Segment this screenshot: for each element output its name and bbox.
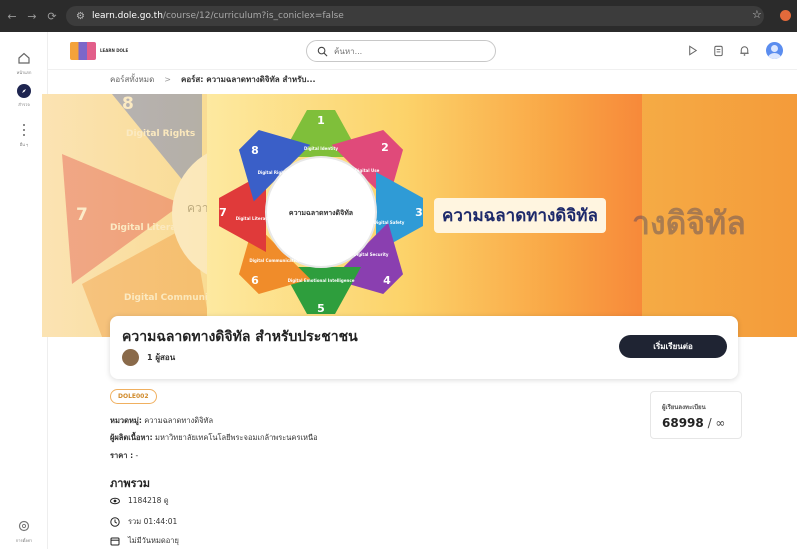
- instructor-avatar: [122, 349, 139, 366]
- duration-value: รวม 01:44:01: [128, 517, 178, 526]
- producer-line: ผู้ผลิตเนื้อหา: มหาวิทยาลัยเทคโนโลยีพระจ…: [110, 432, 318, 444]
- views-stat: 1184218 ดู: [110, 495, 169, 507]
- duration-stat: รวม 01:44:01: [110, 516, 177, 528]
- segment-7-number: 7: [219, 206, 227, 219]
- rail-item-label: สำรวจ: [18, 102, 30, 107]
- segment-1-number: 1: [317, 114, 325, 127]
- price-value: -: [135, 451, 139, 460]
- calendar-icon: [110, 537, 120, 546]
- rail-item-explore[interactable]: สำรวจ: [0, 84, 48, 108]
- search-input[interactable]: [334, 46, 484, 56]
- search-box[interactable]: [306, 40, 496, 62]
- learn-dole-logo[interactable]: LEARN DOLE: [70, 41, 138, 61]
- forward-arrow-icon[interactable]: →: [24, 10, 40, 23]
- rail-item-more[interactable]: อื่น ๆ: [0, 122, 48, 148]
- logo-book-icon: [70, 42, 96, 60]
- enrollment-label: ผู้เรียนลงทะเบียน: [662, 404, 706, 411]
- course-code-badge: DOLE002: [110, 389, 157, 404]
- wheel-center-label: ความฉลาดทางดิจิทัล: [289, 209, 353, 217]
- site-settings-icon[interactable]: ⚙: [76, 11, 85, 22]
- back-arrow-icon[interactable]: ←: [4, 10, 20, 23]
- logo-text: LEARN DOLE: [100, 47, 129, 53]
- segment-7-label: Digital Literacy: [236, 216, 271, 221]
- course-summary-card: ความฉลาดทางดิจิทัล สำหรับประชาชน 1 ผู้สอ…: [110, 316, 738, 379]
- category-value: ความฉลาดทางดิจิทัล: [144, 416, 214, 425]
- continue-learning-button[interactable]: เริ่มเรียนต่อ: [619, 335, 727, 358]
- course-title: ความฉลาดทางดิจิทัล สำหรับประชาชน: [122, 329, 358, 345]
- expiry-value: ไม่มีวันหมดอายุ: [128, 536, 179, 545]
- category-line: หมวดหมู่: ความฉลาดทางดิจิทัล: [110, 415, 213, 427]
- segment-4-number: 4: [383, 274, 391, 287]
- breadcrumb: คอร์สทั้งหมด > คอร์ส: ความฉลาดทางดิจิทัล…: [110, 73, 316, 86]
- gear-icon: [18, 520, 30, 532]
- segment-6-label: Digital Communication: [249, 258, 300, 263]
- compass-icon: [17, 84, 31, 98]
- rail-item-label: อื่น ๆ: [19, 142, 29, 147]
- banner-main-image: ความฉลาดทางดิจิทัล 1 Digital Identity 2 …: [207, 94, 642, 337]
- search-icon: [317, 46, 328, 56]
- segment-2-label: Digital Use: [355, 168, 380, 173]
- blur-label-rights: Digital Rights: [126, 129, 195, 139]
- category-label: หมวดหมู่:: [110, 416, 142, 425]
- enrollment-separator: /: [703, 416, 716, 430]
- expiry-stat: ไม่มีวันหมดอายุ: [110, 535, 179, 547]
- banner-title: ความฉลาดทางดิจิทัล: [442, 206, 598, 226]
- enrollment-limit: ∞: [715, 416, 726, 430]
- url-host: learn.dole.go.th: [91, 11, 163, 21]
- instructor-count: 1 ผู้สอน: [147, 353, 176, 362]
- instructor-info[interactable]: 1 ผู้สอน: [122, 349, 175, 366]
- url-path: /course/12/curriculum?is_coniclex=false: [162, 11, 344, 21]
- site-header: LEARN DOLE: [48, 32, 797, 70]
- blur-number-8: 8: [122, 94, 134, 114]
- rail-item-label: การตั้งค่า: [15, 538, 33, 543]
- left-navigation-rail: หน้าแรก สำรวจ อื่น ๆ การตั้งค่า: [0, 32, 48, 549]
- clipboard-icon[interactable]: [712, 44, 725, 57]
- segment-8-number: 8: [251, 144, 259, 157]
- address-bar[interactable]: ⚙ learn.dole.go.th /course/12/curriculum…: [66, 6, 764, 26]
- producer-label: ผู้ผลิตเนื้อหา:: [110, 433, 153, 442]
- segment-4-label: Digital Security: [354, 252, 389, 257]
- browser-profile-icon[interactable]: [780, 10, 791, 21]
- segment-6-number: 6: [251, 274, 259, 287]
- producer-value: มหาวิทยาลัยเทคโนโลยีพระจอมเกล้าพระนครเหน…: [155, 433, 318, 442]
- segment-3-number: 3: [415, 206, 423, 219]
- course-banner: 8 Digital Rights 7 Digital Literacy Digi…: [42, 94, 797, 337]
- rail-item-settings[interactable]: การตั้งค่า: [0, 518, 48, 544]
- enrollment-count-line: 68998 / ∞: [662, 416, 725, 430]
- more-vertical-icon: [23, 124, 25, 136]
- clock-icon: [110, 517, 120, 527]
- blur-label-literacy: Digital Literacy: [110, 223, 188, 233]
- breadcrumb-separator: >: [164, 75, 171, 84]
- segment-5-number: 5: [317, 302, 325, 315]
- enrollment-count: 68998: [662, 416, 704, 430]
- breadcrumb-current: คอร์ส: ความฉลาดทางดิจิทัล สำหรับ...: [180, 75, 316, 84]
- views-count: 1184218 ดู: [128, 496, 169, 505]
- bell-icon[interactable]: [738, 44, 751, 57]
- home-icon: [18, 52, 30, 64]
- play-icon[interactable]: [686, 44, 699, 57]
- segment-1-label: Digital Identity: [304, 146, 338, 151]
- bookmark-star-icon[interactable]: ☆: [752, 8, 762, 21]
- segment-8-label: Digital Rights: [258, 170, 289, 175]
- browser-toolbar: ← → ⟳ ⚙ learn.dole.go.th /course/12/curr…: [0, 0, 797, 32]
- price-label: ราคา :: [110, 451, 134, 460]
- overview-heading: ภาพรวม: [110, 477, 151, 490]
- eye-icon: [110, 497, 120, 505]
- user-avatar[interactable]: [766, 42, 783, 59]
- rail-item-home[interactable]: หน้าแรก: [0, 50, 48, 76]
- segment-3-label: Digital Safety: [374, 220, 405, 225]
- segment-5-label: Digital Emotional Intelligence: [288, 278, 355, 283]
- banner-ghost-title: างดิจิทัล: [632, 204, 746, 242]
- blur-number-7: 7: [76, 205, 88, 225]
- enrollment-box: ผู้เรียนลงทะเบียน 68998 / ∞: [650, 391, 742, 439]
- banner-title-box: ความฉลาดทางดิจิทัล: [434, 198, 606, 233]
- breadcrumb-all-courses[interactable]: คอร์สทั้งหมด: [110, 73, 154, 86]
- reload-icon[interactable]: ⟳: [44, 10, 60, 23]
- price-line: ราคา : -: [110, 450, 138, 462]
- segment-2-number: 2: [381, 141, 389, 154]
- rail-item-label: หน้าแรก: [16, 70, 32, 75]
